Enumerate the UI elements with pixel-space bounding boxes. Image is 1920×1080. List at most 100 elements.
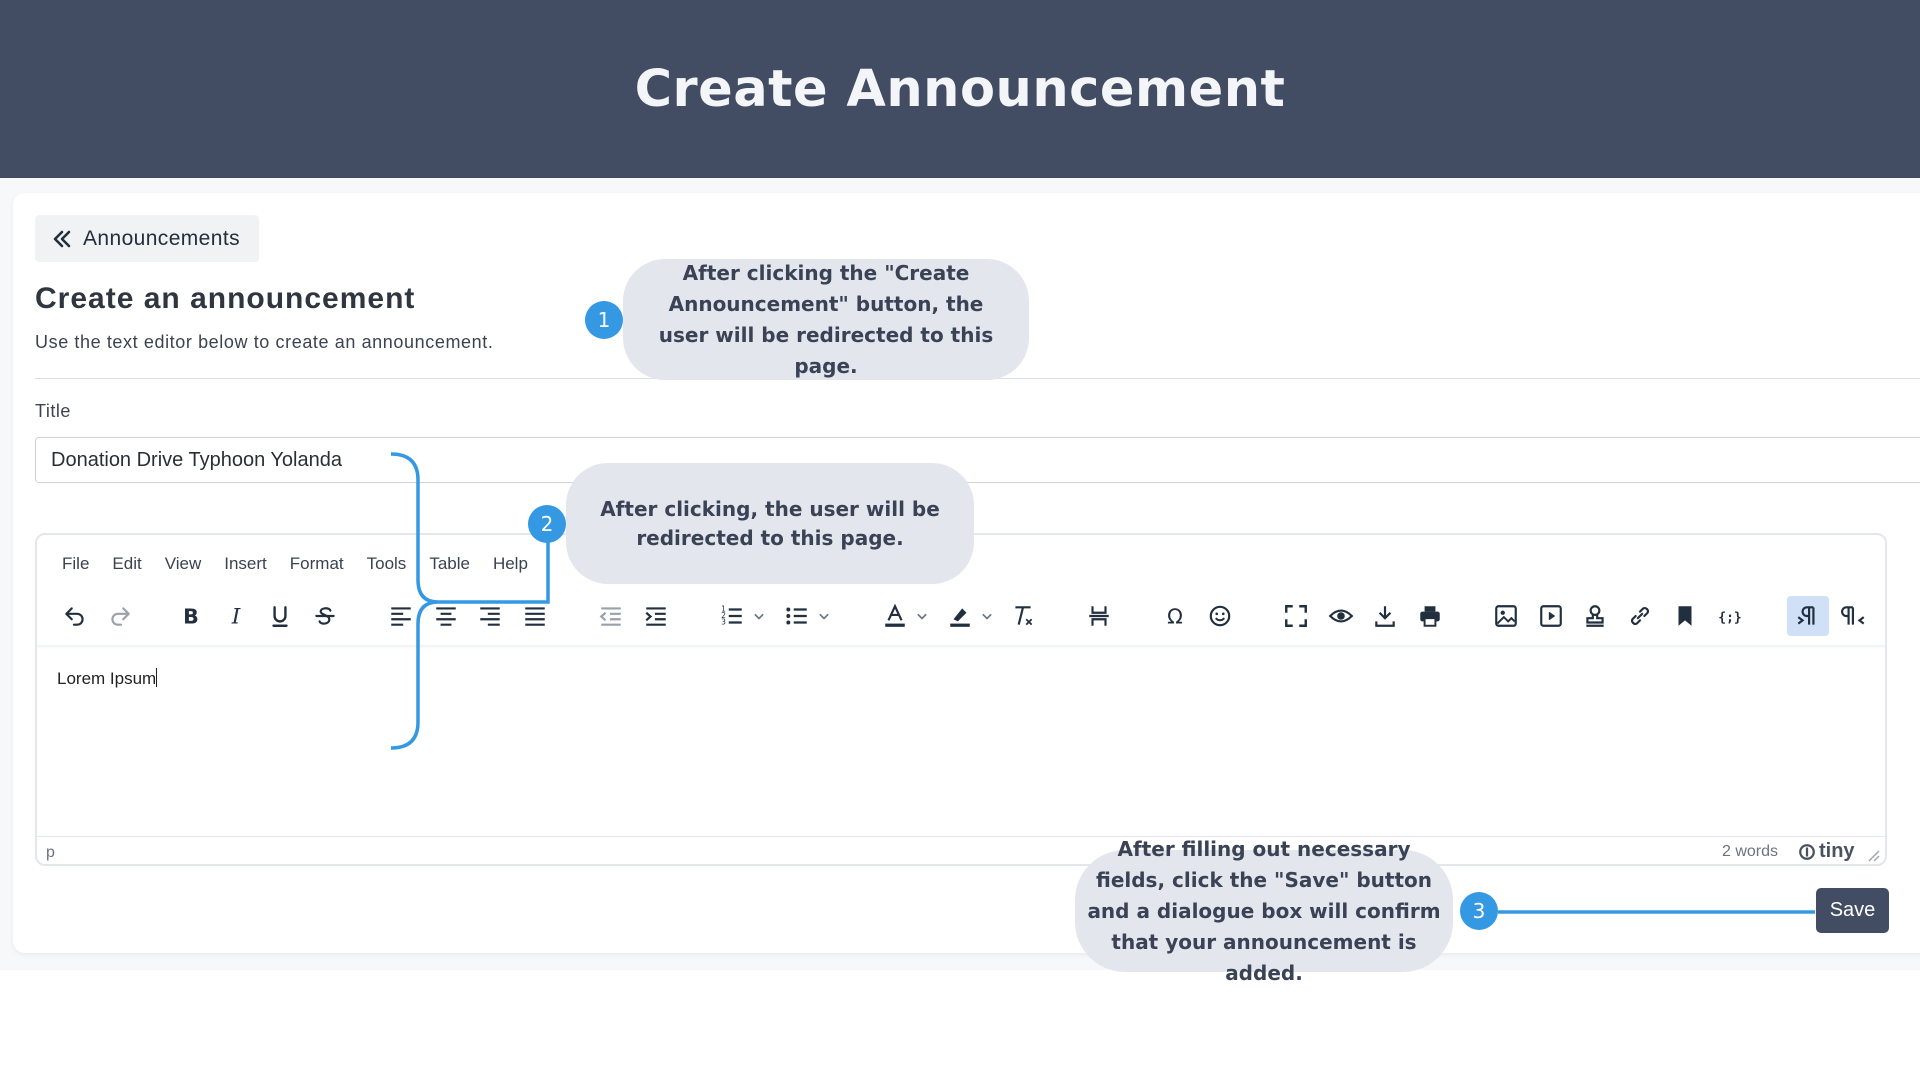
menu-table[interactable]: Table [429, 554, 470, 580]
clear-formatting-icon [1015, 606, 1033, 626]
insert-image-button[interactable] [1488, 596, 1524, 636]
underline-button[interactable] [262, 596, 298, 636]
insert-anchor-button[interactable] [1667, 596, 1703, 636]
numbered-list-dropdown[interactable] [749, 596, 769, 636]
image-icon [1495, 605, 1517, 627]
svg-text:{;}: {;} [1718, 610, 1741, 625]
callout-badge-2: 2 [528, 505, 566, 543]
tiny-brand-link[interactable]: tiny [1798, 840, 1855, 863]
highlighter-icon [950, 608, 970, 627]
text-color-dropdown[interactable] [912, 596, 932, 636]
toolbar-divider [37, 645, 1885, 649]
text-color-button[interactable] [877, 596, 913, 636]
callout-badge-1: 1 [585, 301, 623, 339]
ltr-paragraph-icon [1797, 606, 1815, 625]
chevron-down-icon [819, 613, 829, 620]
justify-button[interactable] [517, 596, 553, 636]
menu-view[interactable]: View [165, 554, 202, 580]
special-character-button[interactable]: Ω [1157, 596, 1193, 636]
word-count[interactable]: 2 words [1722, 843, 1778, 861]
media-play-icon [1540, 605, 1562, 627]
insert-template-button[interactable] [1577, 596, 1613, 636]
menu-help[interactable]: Help [493, 554, 528, 580]
print-button[interactable] [1412, 596, 1448, 636]
insert-code-button[interactable]: {;} [1712, 596, 1748, 636]
element-path[interactable]: p [46, 844, 55, 862]
fullscreen-button[interactable] [1278, 596, 1314, 636]
chevron-down-icon [982, 613, 992, 620]
emoji-button[interactable] [1202, 596, 1238, 636]
chevron-down-icon [917, 613, 927, 620]
back-button-label: Announcements [83, 226, 240, 250]
menu-file[interactable]: File [62, 554, 89, 580]
menu-tools[interactable]: Tools [367, 554, 407, 580]
redo-icon [111, 607, 130, 626]
resize-handle-icon[interactable] [1866, 848, 1880, 862]
smiley-icon [1209, 605, 1231, 627]
svg-text:3: 3 [721, 618, 726, 627]
bold-icon: B [183, 605, 199, 629]
italic-button[interactable]: I [218, 596, 254, 636]
tiny-brand-label: tiny [1819, 840, 1855, 862]
editor-content-area[interactable]: Lorem Ipsum [57, 668, 158, 689]
page-break-button[interactable] [1081, 596, 1117, 636]
printer-icon [1420, 606, 1440, 627]
editor-menubar: File Edit View Insert Format Tools Table… [62, 554, 551, 580]
form-subtitle: Use the text editor below to create an a… [35, 332, 494, 352]
redo-button[interactable] [102, 596, 138, 636]
bullet-list-button[interactable] [779, 596, 815, 636]
link-icon [1631, 607, 1649, 625]
insert-link-button[interactable] [1622, 596, 1658, 636]
callout-1-text: After clicking the "Create Announcement"… [658, 260, 994, 378]
clear-formatting-button[interactable] [1005, 596, 1041, 636]
title-input[interactable] [35, 437, 1920, 483]
indent-button[interactable] [638, 596, 674, 636]
align-left-button[interactable] [383, 596, 419, 636]
align-center-button[interactable] [428, 596, 464, 636]
highlight-color-button[interactable] [942, 596, 978, 636]
ltr-direction-button[interactable] [1787, 596, 1829, 636]
callout-badge-3: 3 [1460, 892, 1498, 930]
menu-format[interactable]: Format [290, 554, 344, 580]
banner-title: Create Announcement [634, 59, 1286, 119]
page-break-icon [1089, 606, 1109, 626]
export-button[interactable] [1367, 596, 1403, 636]
text-color-icon [885, 603, 905, 627]
chevron-down-icon [754, 613, 764, 620]
outdent-button[interactable] [593, 596, 629, 636]
undo-icon [65, 607, 84, 626]
underline-icon [272, 606, 288, 627]
undo-button[interactable] [57, 596, 93, 636]
save-button[interactable]: Save [1816, 888, 1889, 933]
rtl-paragraph-icon [1841, 606, 1865, 625]
double-chevron-left-icon [53, 230, 71, 247]
download-icon [1375, 606, 1395, 627]
align-center-icon [436, 607, 456, 626]
italic-icon: I [231, 605, 241, 629]
menu-edit[interactable]: Edit [112, 554, 141, 580]
align-right-icon [480, 607, 500, 626]
eye-icon [1328, 609, 1354, 623]
numbered-list-button[interactable]: 123 [714, 596, 750, 636]
bullet-list-dropdown[interactable] [814, 596, 834, 636]
callout-2: After clicking, the user will be redirec… [566, 463, 974, 584]
bold-button[interactable]: B [173, 596, 209, 636]
outdent-icon [599, 607, 621, 626]
back-to-announcements-button[interactable]: Announcements [35, 215, 259, 262]
svg-text:B: B [183, 605, 199, 629]
menu-insert[interactable]: Insert [224, 554, 267, 580]
svg-text:I: I [231, 605, 241, 629]
highlight-color-dropdown[interactable] [977, 596, 997, 636]
callout-3: After filling out necessary fields, clic… [1075, 837, 1453, 985]
insert-media-button[interactable] [1533, 596, 1569, 636]
preview-button[interactable] [1323, 596, 1359, 636]
rtl-direction-button[interactable] [1836, 596, 1872, 636]
bullet-list-icon [786, 607, 807, 625]
callout-2-text: After clicking, the user will be redirec… [600, 496, 940, 550]
strikethrough-button[interactable] [307, 596, 343, 636]
tiny-logo-icon [1799, 843, 1815, 860]
justify-icon [525, 607, 545, 626]
strikethrough-icon [315, 607, 335, 625]
form-heading: Create an announcement [35, 282, 416, 315]
align-right-button[interactable] [472, 596, 508, 636]
